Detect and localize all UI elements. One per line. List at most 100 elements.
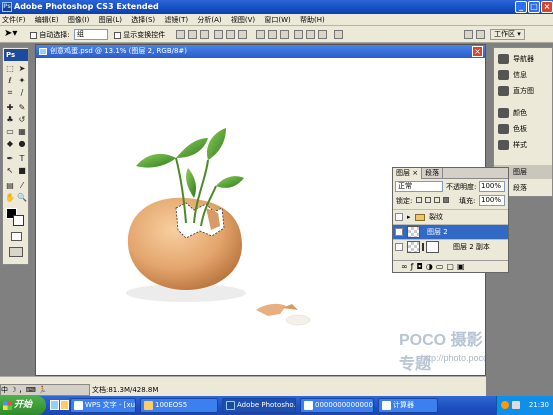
minimize-button[interactable]: _ (515, 1, 527, 13)
auto-select-dropdown[interactable]: 组 (74, 29, 108, 40)
marquee-tool-icon[interactable]: ⬚ (5, 64, 15, 73)
layer-row[interactable]: 图层 2 副本 (393, 239, 508, 254)
history-brush-icon[interactable]: ↺ (17, 115, 27, 124)
palette-toggle-icon[interactable] (464, 30, 473, 39)
align-hcenter-icon[interactable] (226, 30, 235, 39)
align-right-icon[interactable] (238, 30, 247, 39)
align-left-icon[interactable] (214, 30, 223, 39)
swatches-icon (498, 124, 509, 134)
layer-row-group[interactable]: ▸ 裂纹 (393, 209, 508, 224)
blur-tool-icon[interactable]: ◆ (5, 139, 15, 148)
lock-pixels-icon[interactable] (425, 197, 431, 203)
eyedropper-icon[interactable]: ⁄ (17, 181, 27, 190)
maximize-button[interactable]: □ (528, 1, 540, 13)
healing-brush-icon[interactable]: ✚ (5, 103, 15, 112)
lock-all-icon[interactable] (443, 197, 449, 203)
visibility-toggle[interactable] (395, 213, 403, 221)
start-button[interactable]: 开始 (0, 396, 46, 415)
tab-layers[interactable]: 图层 × (393, 168, 423, 179)
pen-tool-icon[interactable]: ✒ (5, 154, 15, 163)
new-layer-icon[interactable]: ▢ (446, 262, 457, 271)
taskbar-item-folder[interactable]: 100EOS5 (140, 398, 218, 413)
taskbar-item-calculator[interactable]: 计算器 (378, 398, 438, 413)
document-titlebar[interactable]: 创意鸡蛋.psd @ 13.1% (图层 2, RGB/8#) × (36, 45, 485, 58)
menu-window[interactable]: 窗口(W) (264, 16, 290, 24)
tab-paragraph[interactable]: 段落 (422, 168, 444, 179)
distribute-left-icon[interactable] (294, 30, 303, 39)
workspace-button[interactable]: 工作区 ▾ (490, 29, 525, 40)
menu-layer[interactable]: 图层(L) (99, 16, 122, 24)
layer-row-selected[interactable]: 图层 2 (393, 224, 508, 239)
show-transform-checkbox[interactable] (114, 31, 121, 39)
taskbar-item-wps[interactable]: WPS 文字 - [xu... (70, 398, 136, 413)
crop-tool-icon[interactable]: ⌗ (5, 88, 15, 97)
menu-filter[interactable]: 滤镜(T) (164, 16, 188, 24)
distribute-hcenter-icon[interactable] (306, 30, 315, 39)
tray-app-icon[interactable] (501, 401, 509, 409)
dodge-tool-icon[interactable]: ● (17, 139, 27, 148)
move-tool-icon[interactable]: ➤▾ (4, 29, 17, 39)
move-tool-icon[interactable]: ➤ (17, 64, 27, 73)
zoom-tool-icon[interactable]: 🔍 (17, 193, 27, 202)
distribute-bottom-icon[interactable] (280, 30, 289, 39)
link-layers-icon[interactable]: ∞ (401, 262, 411, 271)
quick-mask-icon[interactable] (11, 232, 22, 241)
taskbar-item-photoshop[interactable]: Adobe Photosho... (222, 398, 296, 413)
quicklaunch-folder-icon[interactable] (60, 400, 69, 410)
volume-icon[interactable] (512, 401, 520, 409)
adjustment-layer-icon[interactable]: ◑ (426, 262, 436, 271)
menu-edit[interactable]: 编辑(E) (35, 16, 59, 24)
type-tool-icon[interactable]: T (17, 154, 27, 163)
lock-position-icon[interactable] (434, 197, 440, 203)
eraser-tool-icon[interactable]: ▭ (5, 127, 15, 136)
clone-stamp-icon[interactable]: ♣ (5, 115, 15, 124)
menu-image[interactable]: 图像(I) (68, 16, 90, 24)
auto-align-icon[interactable] (334, 30, 343, 39)
dock-color-button[interactable]: 颜色 (494, 106, 552, 120)
distribute-right-icon[interactable] (318, 30, 327, 39)
fill-input[interactable]: 100% (479, 195, 505, 206)
lasso-tool-icon[interactable]: ℓ (5, 76, 15, 85)
dock-styles-button[interactable]: 样式 (494, 138, 552, 152)
screen-mode-icon[interactable] (9, 247, 23, 257)
distribute-top-icon[interactable] (256, 30, 265, 39)
hand-tool-icon[interactable]: ✋ (5, 193, 15, 202)
background-color-swatch[interactable] (13, 215, 24, 226)
ime-toolbar[interactable]: 中 ☽ ，⌨ 🏃 (0, 384, 90, 396)
dock-info-button[interactable]: 信息 (494, 68, 552, 82)
expand-arrow-icon[interactable]: ▸ (407, 210, 411, 225)
taskbar-item-window[interactable]: 00000000000000... (300, 398, 374, 413)
new-group-icon[interactable]: ▭ (436, 262, 447, 271)
visibility-eye-icon[interactable] (395, 228, 403, 236)
notes-tool-icon[interactable]: ▤ (5, 181, 15, 190)
dock-histogram-button[interactable]: 直方图 (494, 84, 552, 98)
document-close-button[interactable]: × (472, 46, 483, 57)
menu-analysis[interactable]: 分析(A) (197, 16, 221, 24)
dock-navigator-button[interactable]: 导航器 (494, 52, 552, 66)
align-bottom-icon[interactable] (200, 30, 209, 39)
magic-wand-icon[interactable]: ✦ (17, 76, 27, 85)
gradient-tool-icon[interactable]: ▦ (17, 127, 27, 136)
align-top-icon[interactable] (176, 30, 185, 39)
slice-tool-icon[interactable]: ∕ (17, 88, 27, 97)
brush-tool-icon[interactable]: ✎ (17, 103, 27, 112)
menu-select[interactable]: 选择(S) (131, 16, 155, 24)
blend-mode-dropdown[interactable]: 正常 (395, 181, 443, 192)
close-button[interactable]: × (541, 1, 553, 13)
dock-swatches-button[interactable]: 色板 (494, 122, 552, 136)
menu-file[interactable]: 文件(F) (2, 16, 26, 24)
add-mask-icon[interactable]: ◘ (417, 262, 426, 271)
visibility-toggle[interactable] (395, 243, 403, 251)
lock-transparent-icon[interactable] (416, 197, 422, 203)
opacity-input[interactable]: 100% (479, 181, 505, 192)
distribute-vcenter-icon[interactable] (268, 30, 277, 39)
auto-select-checkbox[interactable] (30, 31, 37, 39)
shape-tool-icon[interactable]: ■ (17, 166, 27, 175)
bridge-icon[interactable] (476, 30, 485, 39)
quicklaunch-ie-icon[interactable] (50, 400, 59, 410)
delete-layer-icon[interactable]: ▣ (457, 262, 468, 271)
path-select-icon[interactable]: ↖ (5, 166, 15, 175)
menu-view[interactable]: 视图(V) (231, 16, 255, 24)
align-vcenter-icon[interactable] (188, 30, 197, 39)
menu-help[interactable]: 帮助(H) (300, 16, 325, 24)
